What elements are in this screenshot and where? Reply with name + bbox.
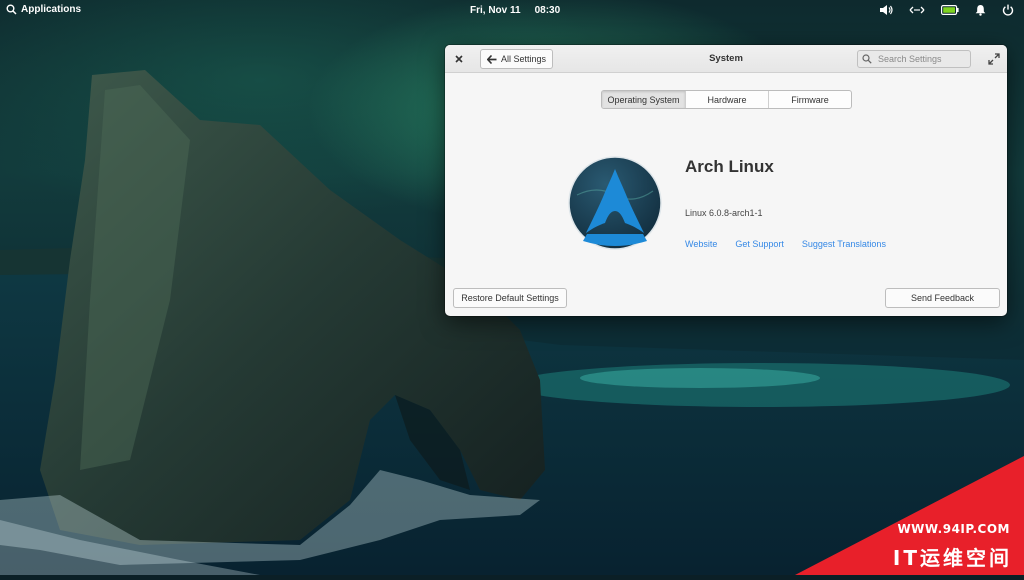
suggest-translations-link[interactable]: Suggest Translations (802, 239, 886, 249)
date-label: Fri, Nov 11 (470, 5, 521, 16)
kernel-version: Linux 6.0.8-arch1-1 (685, 208, 763, 218)
applications-label: Applications (21, 4, 82, 15)
system-settings-window: All Settings System Operating System Har… (445, 45, 1007, 316)
tab-firmware[interactable]: Firmware (768, 91, 851, 108)
bell-icon[interactable] (975, 4, 986, 16)
tab-operating-system[interactable]: Operating System (602, 91, 685, 108)
arch-linux-logo (568, 156, 662, 250)
top-panel: Applications Fri, Nov 11 08:30 (0, 0, 1024, 22)
website-link[interactable]: Website (685, 239, 717, 249)
search-icon (6, 4, 17, 15)
system-tabs: Operating System Hardware Firmware (601, 90, 852, 109)
tab-hardware[interactable]: Hardware (685, 91, 768, 108)
maximize-icon[interactable] (987, 52, 1001, 66)
os-name: Arch Linux (685, 157, 774, 176)
watermark-brand: IT运维空间 (892, 546, 1012, 570)
battery-icon[interactable] (941, 5, 959, 15)
os-links: Website Get Support Suggest Translations (685, 239, 886, 249)
window-titlebar[interactable]: All Settings System (445, 45, 1007, 73)
watermark-url: WWW.94IP.COM (897, 522, 1010, 536)
network-icon[interactable] (909, 4, 925, 16)
time-label: 08:30 (534, 5, 561, 16)
system-tray (879, 4, 1014, 16)
watermark: WWW.94IP.COM IT运维空间 (795, 456, 1024, 575)
date-time-indicator[interactable]: Fri, Nov 11 08:30 (470, 5, 560, 16)
power-icon[interactable] (1002, 4, 1014, 16)
get-support-link[interactable]: Get Support (735, 239, 784, 249)
volume-icon[interactable] (879, 4, 893, 16)
restore-default-settings-button[interactable]: Restore Default Settings (453, 288, 567, 308)
search-settings-field[interactable] (857, 50, 971, 68)
send-feedback-button[interactable]: Send Feedback (885, 288, 1000, 308)
search-settings-input[interactable] (876, 53, 968, 65)
search-icon (862, 54, 872, 64)
applications-menu[interactable]: Applications (6, 4, 81, 15)
